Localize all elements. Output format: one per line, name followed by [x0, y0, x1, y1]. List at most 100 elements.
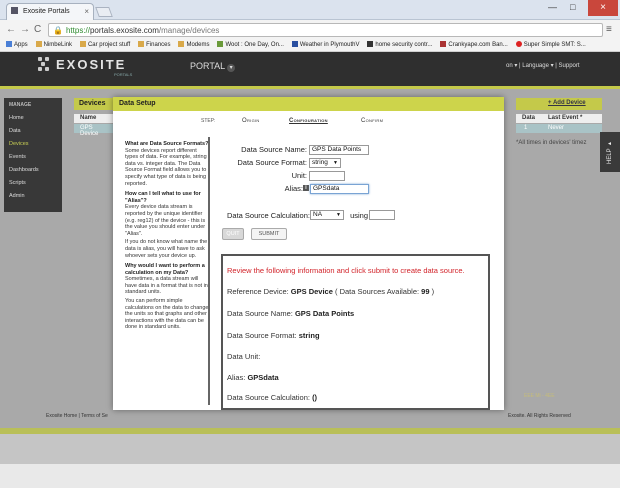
- review-reference-device: Reference Device: GPS Device ( Data Sour…: [227, 287, 435, 296]
- devices-header-row-right: Data Last Event *: [516, 114, 602, 123]
- devices-header: Devices: [74, 98, 114, 110]
- step-label: STEP:: [201, 118, 216, 124]
- column-divider: [208, 137, 210, 405]
- sidebar-item-admin[interactable]: Admin: [9, 193, 25, 199]
- forward-arrow-icon[interactable]: →: [20, 24, 30, 35]
- page-bottom-strip: [0, 464, 620, 488]
- data-source-name-label: Data Source Name:: [241, 145, 307, 154]
- help-column: What are Data Source Formats? Some devic…: [125, 137, 209, 399]
- crankyape-icon: [440, 41, 447, 47]
- faint-footer-link: EEE Mi - 4EE: [524, 393, 555, 399]
- url-path: /manage/devices: [158, 26, 220, 35]
- sidebar-item-devices[interactable]: Devices: [9, 141, 29, 147]
- data-source-calculation-label: Data Source Calculation:: [227, 211, 310, 220]
- sidebar-item-home[interactable]: Home: [9, 115, 24, 121]
- step-origin[interactable]: Origin: [242, 118, 260, 124]
- url-host: portals.exosite.com: [89, 26, 159, 35]
- review-data-unit: Data Unit:: [227, 352, 261, 361]
- bookmark-item[interactable]: Car project stuff: [79, 40, 130, 50]
- review-panel: Review the following information and cli…: [221, 254, 490, 410]
- sidebar-item-dashboards[interactable]: Dashboards: [9, 167, 39, 173]
- alias-input[interactable]: GPSdata: [310, 184, 369, 194]
- page-bottom: [0, 434, 620, 464]
- cell-data: 1: [524, 125, 528, 131]
- browser-tab[interactable]: Exosite Portals ×: [6, 3, 94, 20]
- footer-links[interactable]: Exosite Home | Terms of Se: [46, 413, 108, 419]
- help-answer: Some devices report different types of d…: [125, 147, 207, 187]
- devices-row-name[interactable]: GPS Device: [74, 124, 114, 137]
- step-confirm[interactable]: Confirm: [361, 118, 383, 124]
- add-device-link[interactable]: + Add Device: [548, 100, 586, 106]
- chevron-down-icon: ▾: [227, 64, 236, 72]
- step-configuration[interactable]: Configuration: [289, 118, 328, 124]
- quit-button[interactable]: QUIT: [222, 228, 244, 240]
- data-source-format-select[interactable]: string ▼: [309, 158, 341, 168]
- sidebar-title: MANAGE: [9, 102, 32, 108]
- header-links[interactable]: on ▾ | Language ▾ | Support: [506, 62, 580, 69]
- sidebar-item-scripts[interactable]: Scripts: [9, 180, 26, 186]
- sidebar-item-data[interactable]: Data: [9, 128, 21, 134]
- review-data-source-format: Data Source Format: string: [227, 331, 320, 340]
- site-footer: Exosite Home | Terms of Se Exosite. All …: [0, 410, 620, 424]
- woot-icon: [217, 41, 224, 47]
- bookmark-item[interactable]: Finances: [138, 40, 171, 50]
- submit-button[interactable]: SUBMIT: [251, 228, 287, 240]
- bookmark-item[interactable]: NimbeLink: [35, 40, 72, 50]
- unit-input[interactable]: [309, 171, 345, 181]
- help-tab[interactable]: HELP ▸: [600, 132, 620, 172]
- help-question: How can I tell what to use for "Alias"?: [125, 191, 201, 204]
- help-answer: Every device data stream is reported by …: [125, 204, 206, 237]
- header-accent-bar: [0, 86, 620, 89]
- data-source-name-input[interactable]: GPS Data Points: [309, 145, 369, 155]
- cell-last-event: Never: [548, 125, 565, 131]
- data-source-format-label: Data Source Format:: [237, 158, 307, 167]
- review-data-source-name: Data Source Name: GPS Data Points: [227, 309, 355, 318]
- logo-subtitle: PORTALS: [114, 72, 133, 77]
- table-row[interactable]: 1 Never: [516, 124, 602, 133]
- minimize-icon[interactable]: —: [548, 2, 557, 12]
- timezone-note: *All times in devices' timez: [516, 140, 587, 146]
- using-input[interactable]: [369, 210, 395, 220]
- info-icon[interactable]: i: [303, 185, 309, 191]
- calculation-select[interactable]: NA ▼: [310, 210, 344, 220]
- review-intro: Review the following information and cli…: [227, 266, 465, 275]
- browser-titlebar: Exosite Portals × — □ ×: [0, 0, 620, 20]
- footer-copyright: Exosite. All Rights Reserved: [508, 413, 571, 419]
- review-calculation: Data Source Calculation: (): [227, 393, 318, 402]
- unit-label: Unit:: [291, 171, 307, 180]
- bookmark-item[interactable]: Crankyape.com Ban...: [440, 40, 508, 50]
- portal-menu[interactable]: PORTAL ▾: [190, 61, 236, 72]
- chevron-down-icon: ▼: [333, 160, 338, 166]
- data-setup-dialog: Data Setup STEP: Origin Configuration Co…: [113, 97, 504, 410]
- address-bar[interactable]: 🔒 https://portals.exosite.com/manage/devi…: [48, 23, 603, 37]
- folder-icon: [138, 41, 145, 47]
- folder-icon: [79, 41, 86, 47]
- bookmark-item[interactable]: Super Simple SMT: S...: [515, 40, 586, 50]
- bookmark-item[interactable]: Woot : One Day, On...: [217, 40, 284, 50]
- bookmark-item[interactable]: Apps: [6, 40, 28, 50]
- browser-menu-icon[interactable]: ≡: [606, 24, 612, 35]
- exosite-favicon-icon: [11, 7, 18, 14]
- step-indicator: STEP: Origin Configuration Confirm: [201, 118, 411, 128]
- bookmark-item[interactable]: Modems: [178, 40, 209, 50]
- reload-icon[interactable]: C: [34, 24, 41, 35]
- apps-grid-icon: [6, 41, 12, 47]
- manage-sidebar: MANAGE Home Data Devices Events Dashboar…: [4, 98, 62, 212]
- bookmark-item[interactable]: Weather in PlymouthV: [291, 40, 359, 50]
- devices-col-name: Name: [74, 114, 114, 123]
- sidebar-item-events[interactable]: Events: [9, 154, 26, 160]
- bookmark-item[interactable]: home security contr...: [367, 40, 432, 50]
- window-close-button[interactable]: ×: [588, 0, 618, 16]
- help-answer: You can perform simple calculations on t…: [125, 298, 209, 331]
- folder-icon: [178, 41, 185, 47]
- alias-label: Alias:: [284, 184, 303, 193]
- help-answer: If you do not know what name the data is…: [125, 239, 208, 259]
- tab-close-icon[interactable]: ×: [84, 7, 89, 16]
- security-icon: [367, 41, 374, 47]
- lock-icon: 🔒: [53, 26, 63, 35]
- new-tab-button[interactable]: [95, 7, 113, 17]
- folder-icon: [35, 41, 42, 47]
- dialog-title: Data Setup: [113, 97, 504, 111]
- maximize-icon[interactable]: □: [570, 2, 575, 12]
- back-arrow-icon[interactable]: ←: [6, 24, 16, 35]
